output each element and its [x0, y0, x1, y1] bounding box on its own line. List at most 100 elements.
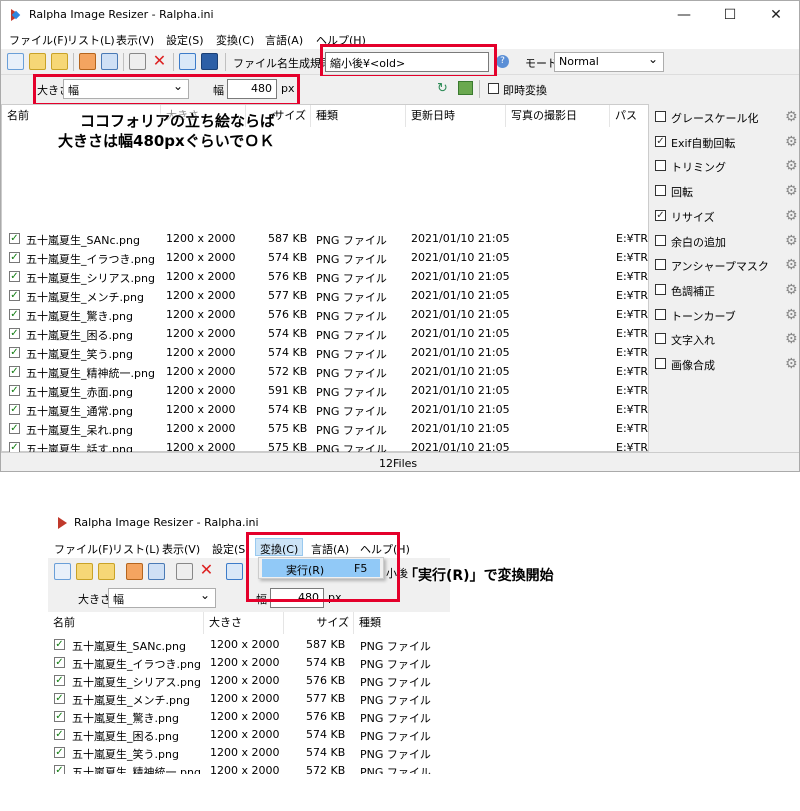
table-row[interactable]: ✓五十嵐夏生_驚き.png1200 x 2000576 KBPNG ファイル20…	[2, 306, 648, 324]
file-checkbox[interactable]: ✓	[9, 290, 20, 301]
file-checkbox[interactable]: ✓	[54, 729, 65, 740]
table-row[interactable]: ✓五十嵐夏生_精神統一.png1200 x 2000572 KBPNG ファイル…	[2, 363, 648, 381]
convert-icon[interactable]	[179, 53, 196, 70]
side-option[interactable]: 色調補正⚙	[655, 282, 795, 300]
table-row[interactable]: ✓五十嵐夏生_SANc.png1200 x 2000587 KBPNG ファイル	[48, 636, 450, 654]
side-option[interactable]: ✓Exif自動回転⚙	[655, 134, 795, 152]
instant-convert-checkbox[interactable]	[488, 83, 499, 94]
person-icon[interactable]	[79, 53, 96, 70]
gear-icon[interactable]: ⚙	[785, 356, 798, 372]
side-option-checkbox[interactable]	[655, 333, 666, 344]
side-option-checkbox[interactable]	[655, 111, 666, 122]
file-checkbox[interactable]: ✓	[9, 328, 20, 339]
table-row[interactable]: ✓五十嵐夏生_通常.png1200 x 2000574 KBPNG ファイル20…	[2, 401, 648, 419]
file-checkbox[interactable]: ✓	[9, 366, 20, 377]
open-folder-icon[interactable]	[51, 53, 68, 70]
delete-icon[interactable]: ✕	[151, 53, 168, 70]
second-new-file-icon[interactable]	[54, 563, 71, 580]
second-menu-list[interactable]: リスト(L)	[112, 541, 160, 557]
second-add-folder-icon[interactable]	[76, 563, 93, 580]
refresh-icon[interactable]: ↻	[437, 81, 448, 96]
maximize-button[interactable]: ☐	[707, 1, 753, 29]
second-menu-view[interactable]: 表示(V)	[162, 541, 200, 557]
gear-icon[interactable]: ⚙	[785, 307, 798, 323]
help-icon[interactable]: ?	[496, 55, 509, 68]
column-header-date[interactable]: 更新日時	[406, 105, 506, 127]
table-row[interactable]: ✓五十嵐夏生_呆れ.png1200 x 2000575 KBPNG ファイル20…	[2, 420, 648, 438]
close-button[interactable]: ✕	[753, 1, 799, 29]
side-option-checkbox[interactable]	[655, 309, 666, 320]
table-row[interactable]: ✓五十嵐夏生_イラつき.png1200 x 2000574 KBPNG ファイル…	[2, 249, 648, 267]
menu-view[interactable]: 表示(V)	[116, 32, 154, 48]
side-option[interactable]: 回転⚙	[655, 183, 795, 201]
table-row[interactable]: ✓五十嵐夏生_シリアス.png1200 x 2000576 KBPNG ファイル	[48, 672, 450, 690]
fullscreen-icon[interactable]	[201, 53, 218, 70]
table-row[interactable]: ✓五十嵐夏生_赤面.png1200 x 2000591 KBPNG ファイル20…	[2, 382, 648, 400]
column-header-path[interactable]: パス	[610, 105, 648, 127]
gear-icon[interactable]: ⚙	[785, 109, 798, 125]
minimize-button[interactable]: —	[661, 1, 707, 29]
gear-icon[interactable]: ⚙	[785, 183, 798, 199]
gear-icon[interactable]: ⚙	[785, 233, 798, 249]
menu-convert[interactable]: 変換(C)	[216, 32, 254, 48]
side-option[interactable]: グレースケール化⚙	[655, 109, 795, 127]
side-option[interactable]: 余白の追加⚙	[655, 233, 795, 251]
gear-icon[interactable]: ⚙	[785, 282, 798, 298]
column-header-photo-date[interactable]: 写真の撮影日	[506, 105, 610, 127]
mode-select[interactable]: Normal	[554, 52, 664, 72]
menu-file[interactable]: ファイル(F)	[9, 32, 68, 48]
table-row[interactable]: ✓五十嵐夏生_精神統一.png1200 x 2000572 KBPNG ファイル	[48, 762, 450, 774]
side-option[interactable]: トーンカーブ⚙	[655, 307, 795, 325]
gear-icon[interactable]: ⚙	[785, 134, 798, 150]
side-option-checkbox[interactable]	[655, 185, 666, 196]
table-row[interactable]: ✓五十嵐夏生_シリアス.png1200 x 2000576 KBPNG ファイル…	[2, 268, 648, 286]
list-icon[interactable]	[101, 53, 118, 70]
table-row[interactable]: ✓五十嵐夏生_メンチ.png1200 x 2000577 KBPNG ファイル2…	[2, 287, 648, 305]
file-checkbox[interactable]: ✓	[9, 271, 20, 282]
file-checkbox[interactable]: ✓	[9, 423, 20, 434]
second-size-select[interactable]: 幅	[108, 588, 216, 608]
file-list[interactable]: 名前 大きさ サイズ 種類 更新日時 写真の撮影日 パス ✓五十嵐夏生_SANc…	[1, 104, 649, 452]
file-checkbox[interactable]: ✓	[54, 693, 65, 704]
file-checkbox[interactable]: ✓	[54, 657, 65, 668]
file-checkbox[interactable]: ✓	[9, 385, 20, 396]
menu-list[interactable]: リスト(L)	[67, 32, 115, 48]
add-folder-icon[interactable]	[29, 53, 46, 70]
title-bar[interactable]: Ralpha Image Resizer - Ralpha.ini — ☐ ✕	[1, 1, 799, 29]
second-list-icon[interactable]	[148, 563, 165, 580]
menu-settings[interactable]: 設定(S)	[166, 32, 204, 48]
new-file-icon[interactable]	[7, 53, 24, 70]
file-checkbox[interactable]: ✓	[54, 747, 65, 758]
column-header-type[interactable]: 種類	[311, 105, 406, 127]
second-menu-file[interactable]: ファイル(F)	[54, 541, 113, 557]
side-option[interactable]: ✓リサイズ⚙	[655, 208, 795, 226]
file-checkbox[interactable]: ✓	[9, 404, 20, 415]
file-checkbox[interactable]: ✓	[54, 765, 65, 774]
second-menu-settings[interactable]: 設定(S	[212, 541, 245, 557]
side-option-checkbox[interactable]	[655, 284, 666, 295]
table-row[interactable]: ✓五十嵐夏生_SANc.png1200 x 2000587 KBPNG ファイル…	[2, 230, 648, 248]
file-checkbox[interactable]: ✓	[54, 711, 65, 722]
second-open-folder-icon[interactable]	[98, 563, 115, 580]
gear-icon[interactable]: ⚙	[785, 158, 798, 174]
menu-language[interactable]: 言語(A)	[265, 32, 303, 48]
table-row[interactable]: ✓五十嵐夏生_メンチ.png1200 x 2000577 KBPNG ファイル	[48, 690, 450, 708]
side-option-checkbox[interactable]: ✓	[655, 136, 666, 147]
table-row[interactable]: ✓五十嵐夏生_驚き.png1200 x 2000576 KBPNG ファイル	[48, 708, 450, 726]
image-icon[interactable]	[458, 81, 473, 95]
second-column-header-dims[interactable]: 大きさ	[204, 612, 284, 634]
side-option[interactable]: 画像合成⚙	[655, 356, 795, 374]
file-checkbox[interactable]: ✓	[9, 233, 20, 244]
side-option-checkbox[interactable]	[655, 358, 666, 369]
side-option[interactable]: 文字入れ⚙	[655, 331, 795, 349]
side-option[interactable]: トリミング⚙	[655, 158, 795, 176]
file-checkbox[interactable]: ✓	[9, 252, 20, 263]
table-row[interactable]: ✓五十嵐夏生_イラつき.png1200 x 2000574 KBPNG ファイル	[48, 654, 450, 672]
file-checkbox[interactable]: ✓	[9, 347, 20, 358]
second-person-icon[interactable]	[126, 563, 143, 580]
file-checkbox[interactable]: ✓	[9, 309, 20, 320]
file-checkbox[interactable]: ✓	[54, 639, 65, 650]
table-row[interactable]: ✓五十嵐夏生_困る.png1200 x 2000574 KBPNG ファイル	[48, 726, 450, 744]
table-row[interactable]: ✓五十嵐夏生_笑う.png1200 x 2000574 KBPNG ファイル20…	[2, 344, 648, 362]
second-delete-icon[interactable]: ✕	[198, 562, 215, 579]
